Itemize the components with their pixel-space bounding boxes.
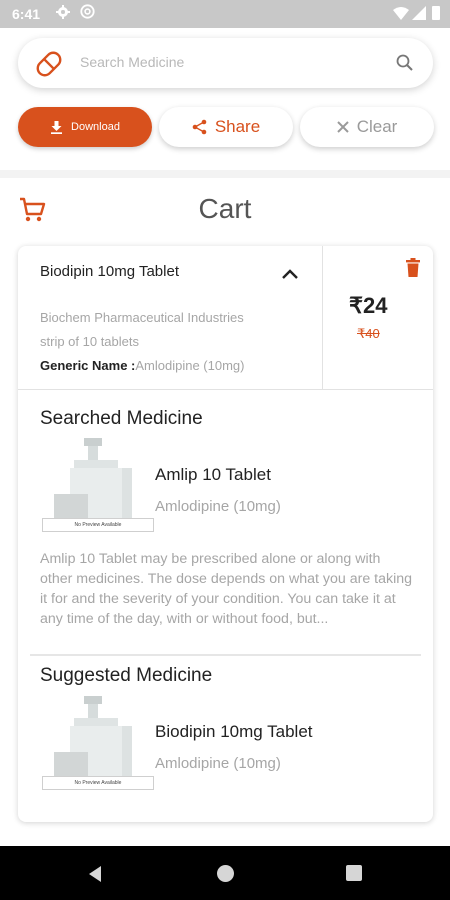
suggested-medicine-name[interactable]: Biodipin 10mg Tablet [155, 722, 313, 742]
clear-label: Clear [356, 117, 398, 136]
cart-item-mrp: ₹40 [357, 326, 380, 341]
searched-medicine-description: Amlip 10 Tablet may be prescribed alone … [40, 551, 413, 627]
bottle-image [54, 438, 132, 530]
cart-item-pack: strip of 10 tablets [40, 334, 139, 349]
searched-medicine-title: Searched Medicine [40, 408, 203, 429]
cart-item-company: Biochem Pharmaceutical Industries [40, 310, 244, 325]
bottle-image [54, 696, 132, 788]
gear-icon [56, 5, 70, 19]
section-divider [0, 170, 450, 178]
cart-item-generic: Generic Name :Amlodipine (10mg) [40, 358, 244, 373]
pill-icon [36, 51, 62, 77]
card-divider [30, 654, 421, 656]
download-label: Download [71, 121, 120, 133]
share-icon [192, 119, 207, 135]
download-icon [51, 120, 63, 134]
close-icon [336, 121, 349, 133]
suggested-medicine-title: Suggested Medicine [40, 665, 213, 686]
chevron-up-icon[interactable] [280, 268, 300, 280]
cart-item-price: ₹24 [349, 293, 388, 318]
home-icon[interactable] [217, 865, 234, 882]
navigation-bar [0, 846, 450, 900]
share-button[interactable]: Share [159, 107, 293, 147]
card-divider-vertical [322, 246, 323, 389]
searched-medicine-generic: Amlodipine (10mg) [155, 498, 281, 515]
search-icon[interactable] [395, 53, 415, 73]
no-preview-label: No Preview Available [42, 518, 154, 532]
searched-medicine-image: No Preview Available [42, 438, 154, 532]
download-button[interactable]: Download [18, 107, 152, 147]
at-icon [80, 4, 95, 19]
search-bar[interactable]: Search Medicine [18, 38, 433, 88]
generic-label: Generic Name : [40, 358, 136, 373]
back-icon[interactable] [87, 865, 103, 883]
searched-medicine-name[interactable]: Amlip 10 Tablet [155, 465, 271, 485]
share-label: Share [214, 117, 261, 136]
card-divider [18, 389, 433, 390]
status-time: 6:41 [12, 6, 41, 22]
wifi-icon [393, 7, 409, 20]
suggested-medicine-generic: Amlodipine (10mg) [155, 755, 281, 772]
suggested-medicine-image: No Preview Available [42, 696, 154, 790]
status-bar: 6:41 [0, 0, 450, 28]
search-input[interactable]: Search Medicine [80, 54, 184, 70]
clear-button[interactable]: Clear [300, 107, 434, 147]
cart-item-name: Biodipin 10mg Tablet [40, 263, 179, 280]
signal-icon [412, 6, 426, 20]
generic-value: Amlodipine (10mg) [135, 358, 245, 373]
trash-icon[interactable] [405, 258, 421, 278]
recents-icon[interactable] [346, 865, 362, 881]
page-title: Cart [198, 193, 252, 224]
cart-item-card: Biodipin 10mg Tablet Biochem Pharmaceuti… [18, 246, 433, 822]
battery-icon [432, 6, 440, 20]
no-preview-label: No Preview Available [42, 776, 154, 790]
